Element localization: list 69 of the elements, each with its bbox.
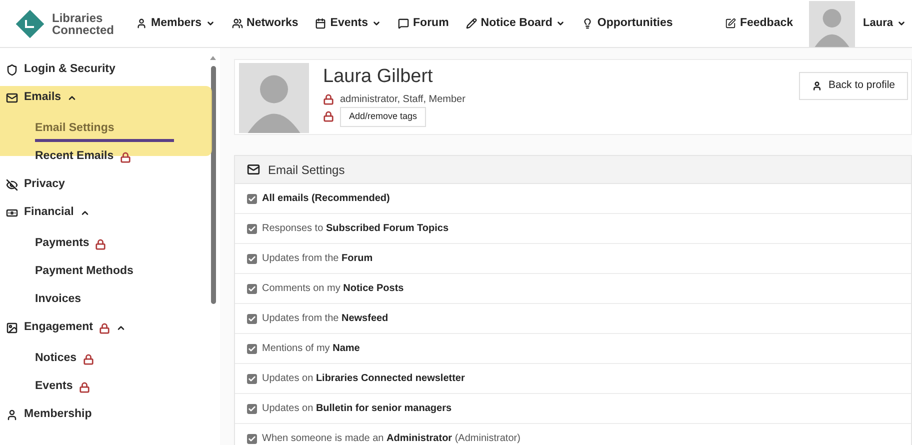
option-label: Updates from the Forum <box>262 252 373 266</box>
checkbox[interactable] <box>247 254 257 264</box>
sidebar-item[interactable]: Invoices <box>35 291 82 309</box>
nav-link[interactable]: Events <box>315 14 382 32</box>
nav-link[interactable]: Notice Board <box>466 14 566 32</box>
users-icon <box>232 18 243 29</box>
tags-button[interactable]: Add/remove tags <box>340 107 426 126</box>
shield-icon <box>6 64 18 76</box>
option-label: All emails (Recommended) <box>262 192 390 206</box>
picture-icon <box>6 322 18 334</box>
lightbulb-icon <box>582 18 594 29</box>
sidebar-item[interactable]: Engagement <box>24 319 94 337</box>
sidebar-item[interactable]: Email Settings <box>35 116 174 142</box>
checkbox[interactable] <box>247 314 257 324</box>
lock-icon <box>323 94 334 105</box>
option-label: Mentions of my Name <box>262 342 360 356</box>
profile-avatar <box>239 63 309 133</box>
caret-icon <box>897 19 906 28</box>
feedback-link[interactable]: Feedback <box>724 14 794 32</box>
lock-icon <box>78 382 90 392</box>
user-menu[interactable]: Laura <box>863 15 906 32</box>
nav-link[interactable]: Opportunities <box>582 14 673 32</box>
sidebar-item[interactable]: Login & Security <box>24 61 116 79</box>
checkbox[interactable] <box>247 374 257 384</box>
lock-icon <box>95 238 106 250</box>
checkbox[interactable] <box>247 224 257 234</box>
option-label: When someone is made an Administrator (Administrator) <box>262 432 520 445</box>
sidebar-item[interactable]: Events <box>35 378 73 396</box>
edit-icon <box>724 18 736 29</box>
nav-link[interactable]: Forum <box>398 14 449 32</box>
sidebar-item[interactable]: Payments <box>35 235 90 253</box>
envelope-icon <box>247 163 260 176</box>
profile-name: Laura Gilbert <box>323 65 434 89</box>
user-icon <box>136 18 148 29</box>
lock-icon <box>99 322 110 334</box>
lock-icon <box>82 354 94 364</box>
option-label: Updates on Bulletin for senior managers <box>262 402 452 416</box>
nav-link[interactable]: Networks <box>232 14 298 32</box>
pencil-icon <box>466 18 477 29</box>
sidebar-item[interactable]: Privacy <box>24 176 65 194</box>
checkbox[interactable] <box>247 434 257 444</box>
sidebar-item[interactable]: Recent Emails <box>35 148 114 166</box>
sidebar-item[interactable]: Payment Methods <box>35 263 134 281</box>
checkbox[interactable] <box>247 194 257 204</box>
option-label: Comments on my Notice Posts <box>262 282 404 296</box>
checkbox[interactable] <box>247 404 257 414</box>
calendar-icon <box>315 18 326 29</box>
lock-icon <box>120 152 131 162</box>
sidebar-item[interactable]: Financial <box>24 204 74 222</box>
eye-slash-icon <box>6 179 18 191</box>
user-icon <box>812 80 822 91</box>
sidebar-item[interactable]: Notices <box>35 350 77 368</box>
option-label: Updates on Libraries Connected newsletter <box>262 372 465 386</box>
money-icon <box>6 207 18 219</box>
tags-text: administrator, Staff, Member <box>340 93 466 107</box>
speech-bubble-icon <box>398 18 410 29</box>
user-icon <box>6 409 18 421</box>
checkbox[interactable] <box>247 344 257 354</box>
option-label: Responses to Subscribed Forum Topics <box>262 222 449 236</box>
panel-title: Email Settings <box>268 162 345 178</box>
sidebar-item[interactable]: Emails <box>24 89 62 107</box>
option-label: Updates from the Newsfeed <box>262 312 388 326</box>
sidebar-item[interactable]: Membership <box>24 406 92 424</box>
nav-link[interactable]: Members <box>136 14 215 32</box>
checkbox[interactable] <box>247 284 257 294</box>
envelope-icon <box>6 92 18 104</box>
logo-text[interactable]: Libraries Connected <box>52 12 114 36</box>
lock-icon <box>323 111 334 122</box>
back-button[interactable]: Back to profile <box>799 72 908 100</box>
